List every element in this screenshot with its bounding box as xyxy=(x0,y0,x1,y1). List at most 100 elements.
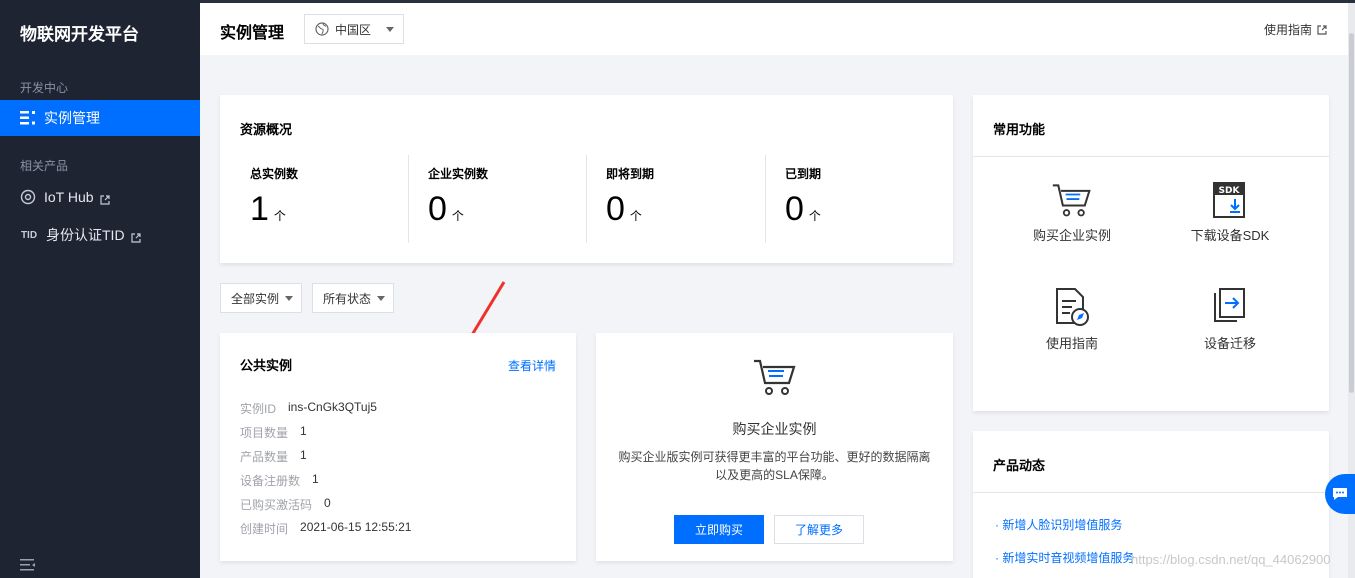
stat-unit: 个 xyxy=(451,209,464,223)
sidebar-item-label: 身份认证TID xyxy=(46,227,125,243)
stat-value: 1个 xyxy=(250,191,286,234)
stat-total-instances: 总实例数 1个 xyxy=(240,155,418,243)
field-key: 产品数量 xyxy=(240,450,289,464)
func-label: 使用指南 xyxy=(1045,336,1098,351)
stat-value: 0个 xyxy=(785,191,821,234)
field-value: ins-CnGk3QTuj5 xyxy=(288,400,377,414)
stat-enterprise-instances: 企业实例数 0个 xyxy=(418,155,596,243)
field-key: 已购买激活码 xyxy=(240,498,313,512)
status-filter[interactable]: 所有状态 xyxy=(312,283,394,313)
region-select[interactable]: 中国区 xyxy=(304,14,404,44)
svg-text:SDK: SDK xyxy=(1219,186,1241,196)
guide-doc-icon xyxy=(1056,288,1089,326)
public-instance-card: 公共实例 查看详情 实例ID ins-CnGk3QTuj5 项目数量 1 产品数量 1… xyxy=(220,333,576,561)
resource-overview-card: 资源概况 总实例数 1个 企业实例数 0个 即将到期 0个 已到期 0个 xyxy=(220,95,953,263)
list-icon xyxy=(20,110,36,126)
func-label: 下载设备SDK xyxy=(1190,228,1270,243)
external-link-icon xyxy=(1317,24,1327,35)
watermark: https://blog.csdn.net/qq_44062900 xyxy=(1131,552,1331,567)
news-item-realtime-av[interactable]: · 新增实时音视频增值服务 xyxy=(995,549,1134,566)
divider xyxy=(973,156,1329,157)
field-project-count: 项目数量 1 xyxy=(240,424,307,441)
page-title: 实例管理 xyxy=(220,25,285,42)
stat-label: 企业实例数 xyxy=(428,167,489,181)
func-device-migration[interactable]: 设备迁移 xyxy=(1155,287,1305,352)
field-value: 2021-06-15 12:55:21 xyxy=(300,520,412,534)
sidebar-item-instance-management[interactable]: 实例管理 xyxy=(0,100,200,136)
collapse-menu-icon[interactable] xyxy=(20,558,36,572)
usage-guide-label: 使用指南 xyxy=(1263,23,1312,37)
field-value: 0 xyxy=(324,496,331,510)
stat-number: 1 xyxy=(250,190,269,228)
divider xyxy=(408,155,409,243)
buy-card-title: 购买企业实例 xyxy=(732,421,817,437)
description-line: 购买企业版实例可获得更丰富的平台功能、更好的数据隔离 xyxy=(618,450,931,464)
sdk-download-icon: SDK xyxy=(1213,182,1245,218)
instance-type-filter[interactable]: 全部实例 xyxy=(220,283,302,313)
platform-title: 物联网开发平台 xyxy=(20,25,139,44)
field-key: 实例ID xyxy=(240,402,277,416)
tid-icon: TID xyxy=(20,229,38,241)
view-details-link[interactable]: 查看详情 xyxy=(508,357,556,374)
field-created-time: 创建时间 2021-06-15 12:55:21 xyxy=(240,520,411,537)
filter-value: 所有状态 xyxy=(323,291,372,306)
cart-icon xyxy=(1052,184,1091,217)
hub-icon xyxy=(20,189,36,205)
buy-card-description: 购买企业版实例可获得更丰富的平台功能、更好的数据隔离 以及更高的SLA保障。 xyxy=(614,448,935,484)
filter-value: 全部实例 xyxy=(231,291,280,306)
buy-now-button[interactable]: 立即购买 xyxy=(674,515,764,544)
common-functions-title: 常用功能 xyxy=(993,122,1046,137)
sidebar-item-tid[interactable]: TID 身份认证TID xyxy=(0,217,200,253)
news-label: 新增实时音视频增值服务 xyxy=(1002,551,1135,565)
sidebar-item-label: IoT Hub xyxy=(44,189,94,205)
func-download-sdk[interactable]: SDK 下载设备SDK xyxy=(1155,181,1305,244)
stat-number: 0 xyxy=(785,190,804,228)
stat-value: 0个 xyxy=(606,191,642,234)
stat-number: 0 xyxy=(428,190,447,228)
divider xyxy=(586,155,587,243)
field-activation-codes: 已购买激活码 0 xyxy=(240,496,331,513)
divider xyxy=(765,155,766,243)
sidebar-item-iot-hub[interactable]: IoT Hub xyxy=(0,179,200,215)
scroll-thumb[interactable] xyxy=(1349,33,1354,393)
external-link-icon xyxy=(99,192,110,205)
stat-unit: 个 xyxy=(808,209,821,223)
external-link-icon xyxy=(130,230,141,243)
divider xyxy=(973,492,1329,493)
field-key: 创建时间 xyxy=(240,522,289,536)
section-related-products: 相关产品 xyxy=(20,159,69,173)
field-key: 设备注册数 xyxy=(240,474,301,488)
stat-label: 即将到期 xyxy=(606,167,655,181)
field-product-count: 产品数量 1 xyxy=(240,448,307,465)
chevron-down-icon xyxy=(386,27,394,32)
stat-unit: 个 xyxy=(629,209,642,223)
migrate-icon xyxy=(1214,288,1245,322)
public-instance-title: 公共实例 xyxy=(240,358,293,373)
stat-number: 0 xyxy=(606,190,625,228)
stat-label: 总实例数 xyxy=(250,167,299,181)
field-value: 1 xyxy=(300,448,307,462)
func-buy-enterprise[interactable]: 购买企业实例 xyxy=(997,181,1147,244)
overview-title: 资源概况 xyxy=(240,122,293,137)
field-instance-id: 实例ID ins-CnGk3QTuj5 xyxy=(240,400,377,417)
stat-unit: 个 xyxy=(273,209,286,223)
field-device-count: 设备注册数 1 xyxy=(240,472,319,489)
buy-enterprise-card: 购买企业实例 购买企业版实例可获得更丰富的平台功能、更好的数据隔离 以及更高的S… xyxy=(596,333,953,561)
func-label: 购买企业实例 xyxy=(1032,228,1111,243)
region-value: 中国区 xyxy=(335,22,372,37)
product-news-title: 产品动态 xyxy=(993,458,1046,473)
chevron-down-icon xyxy=(285,296,293,301)
stat-expired: 已到期 0个 xyxy=(775,155,953,243)
func-label: 设备迁移 xyxy=(1203,336,1256,351)
learn-more-button[interactable]: 了解更多 xyxy=(774,515,864,544)
description-line: 以及更高的SLA保障。 xyxy=(715,468,834,482)
chat-icon xyxy=(1333,488,1347,500)
usage-guide-link[interactable]: 使用指南 xyxy=(1264,21,1327,38)
chat-support-button[interactable] xyxy=(1325,474,1355,514)
chevron-down-icon xyxy=(377,296,385,301)
news-item-face-recognition[interactable]: · 新增人脸识别增值服务 xyxy=(995,516,1122,533)
section-dev-center: 开发中心 xyxy=(20,81,69,95)
field-value: 1 xyxy=(300,424,307,438)
sidebar: 物联网开发平台 开发中心 实例管理 相关产品 IoT Hub TID 身份认证T… xyxy=(0,0,200,578)
func-usage-guide[interactable]: 使用指南 xyxy=(997,287,1147,352)
